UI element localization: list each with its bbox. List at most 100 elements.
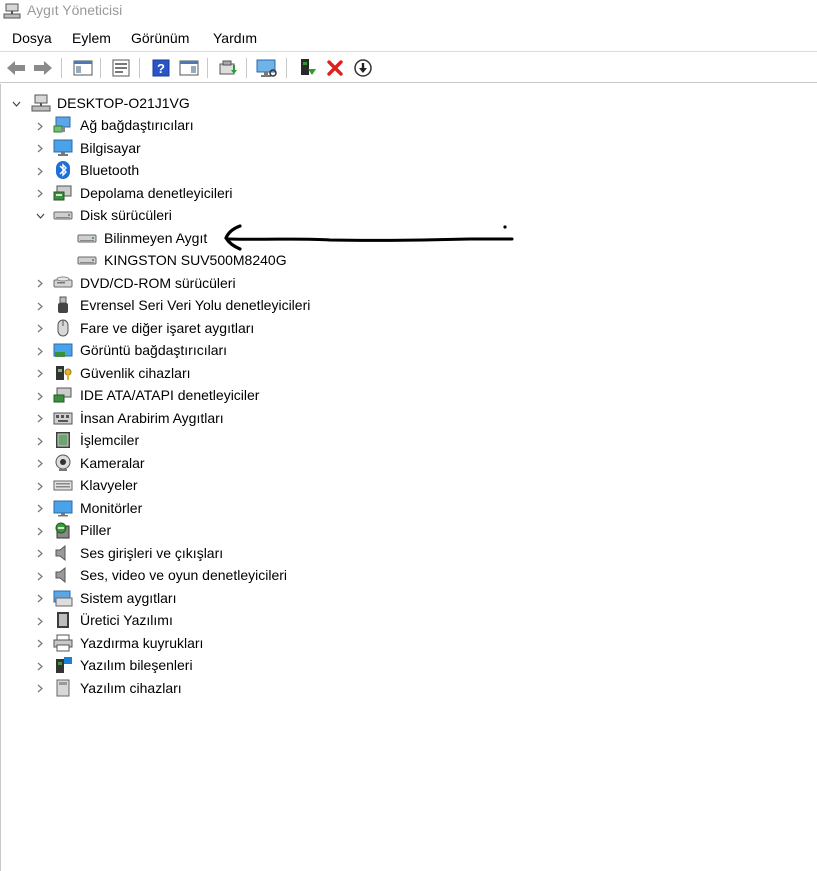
window-title: Aygıt Yöneticisi [27, 2, 123, 18]
menu-bar: Dosya Eylem Görünüm Yardım [0, 26, 817, 52]
display-adapter-icon [53, 343, 73, 357]
tree-device-label: KINGSTON SUV500M8240G [104, 252, 287, 268]
tree-category-label: Yazdırma kuyrukları [80, 634, 204, 651]
help-icon[interactable]: ? [150, 57, 172, 79]
chevron-right-icon[interactable] [35, 639, 45, 649]
tree-category-label: Ses girişleri ve çıkışları [80, 544, 224, 561]
tree-category-label: Yazılım cihazları [80, 679, 182, 696]
software-component-icon [56, 657, 72, 673]
chevron-right-icon[interactable] [35, 414, 45, 424]
chevron-right-icon[interactable] [35, 189, 45, 199]
svg-text:?: ? [157, 61, 165, 76]
hid-icon [53, 412, 73, 424]
chevron-right-icon[interactable] [35, 166, 45, 176]
firmware-icon [57, 612, 69, 628]
printer-icon [53, 634, 73, 651]
chevron-right-icon[interactable] [35, 549, 45, 559]
tree-category-label: Fare ve diğer işaret aygıtları [80, 319, 255, 336]
chevron-right-icon[interactable] [35, 121, 45, 131]
enable-device-icon[interactable] [296, 57, 318, 79]
disable-device-icon[interactable] [352, 57, 374, 79]
tree-category-label: Piller [80, 522, 112, 538]
computer-icon [53, 139, 73, 156]
tree-category-label: Bilgisayar [80, 139, 141, 156]
chevron-right-icon[interactable] [35, 481, 45, 491]
speaker-icon [55, 544, 66, 561]
chevron-right-icon[interactable] [35, 661, 45, 671]
toolbar-separator [61, 58, 62, 78]
tree-category-label: Üretici Yazılımı [80, 612, 173, 628]
uninstall-device-icon[interactable] [324, 57, 346, 79]
back-icon[interactable] [5, 57, 27, 79]
tree-category-label: Bluetooth [80, 162, 140, 178]
camera-icon [55, 454, 71, 471]
chevron-right-icon[interactable] [35, 279, 45, 289]
chevron-right-icon[interactable] [35, 504, 45, 514]
disk-drive-icon [77, 234, 97, 242]
tree-category-label: Ses, video ve oyun denetleyicileri [80, 567, 288, 583]
title-bar: Aygıt Yöneticisi [0, 0, 817, 24]
show-hide-console-tree-icon[interactable] [72, 57, 94, 79]
tree-category-label: Monitörler [80, 499, 143, 516]
tree-category-label: Sistem aygıtları [80, 589, 177, 606]
forward-icon[interactable] [32, 57, 54, 79]
chevron-right-icon[interactable] [35, 144, 45, 154]
chevron-right-icon[interactable] [35, 346, 45, 356]
disk-drive-icon [77, 256, 97, 265]
chevron-right-icon[interactable] [35, 526, 45, 536]
chevron-right-icon[interactable] [35, 684, 45, 694]
chevron-right-icon[interactable] [35, 459, 45, 469]
menu-help[interactable]: Yardım [213, 30, 257, 46]
tree-category-label: Kameralar [80, 454, 145, 471]
battery-icon [55, 522, 70, 539]
tree-category-label: İnsan Arabirim Aygıtları [80, 409, 224, 426]
sound-controller-icon [55, 566, 66, 584]
toolbar-separator [100, 58, 101, 78]
chevron-right-icon[interactable] [35, 301, 45, 311]
tree-root-label: DESKTOP-O21J1VG [57, 95, 190, 111]
tree-category-label: Yazılım bileşenleri [80, 657, 193, 673]
dvd-drive-icon [53, 276, 73, 287]
mouse-icon [57, 319, 69, 336]
chevron-right-icon[interactable] [35, 594, 45, 604]
tree-category-label: Ağ bağdaştırıcıları [80, 117, 194, 133]
storage-controller-icon [53, 185, 72, 200]
menu-view[interactable]: Görünüm [131, 30, 189, 46]
scan-hardware-icon[interactable] [256, 57, 278, 79]
tree-category-label: Depolama denetleyicileri [80, 184, 233, 201]
properties-icon[interactable] [110, 57, 132, 79]
keyboard-icon [53, 480, 73, 491]
chevron-right-icon[interactable] [35, 616, 45, 626]
usb-icon [58, 296, 68, 313]
tree-category-label: DVD/CD-ROM sürücüleri [80, 274, 236, 291]
chevron-right-icon[interactable] [35, 324, 45, 334]
computer-root-icon [31, 94, 51, 112]
system-device-icon [53, 590, 73, 606]
tree-category-label: IDE ATA/ATAPI denetleyiciler [80, 387, 260, 403]
chevron-right-icon[interactable] [35, 436, 45, 446]
device-manager-app-icon [3, 3, 21, 19]
chevron-right-icon[interactable] [35, 369, 45, 379]
tree-category-label: Disk sürücüleri [80, 207, 172, 223]
toolbar-separator [207, 58, 208, 78]
update-driver-icon[interactable] [217, 57, 239, 79]
tree-category-label: Evrensel Seri Veri Yolu denetleyicileri [80, 297, 311, 313]
bluetooth-icon [56, 161, 70, 179]
chevron-right-icon[interactable] [35, 391, 45, 401]
toolbar: ? [0, 53, 817, 83]
chevron-down-icon[interactable] [11, 99, 21, 109]
software-device-icon [56, 679, 70, 696]
menu-action[interactable]: Eylem [72, 30, 111, 46]
menu-file[interactable]: Dosya [12, 30, 52, 46]
chevron-right-icon[interactable] [35, 571, 45, 581]
tree-category-label: Klavyeler [80, 477, 138, 493]
disk-drive-icon [53, 211, 73, 220]
tree-category-label: İşlemciler [80, 432, 140, 448]
tree-category-label: Görüntü bağdaştırıcıları [80, 342, 228, 358]
monitor-icon [53, 500, 73, 516]
action-pane-icon[interactable] [178, 57, 200, 79]
tree-device-label: Bilinmeyen Aygıt [104, 229, 208, 246]
toolbar-separator [139, 58, 140, 78]
chevron-down-icon[interactable] [35, 211, 45, 221]
toolbar-separator [246, 58, 247, 78]
